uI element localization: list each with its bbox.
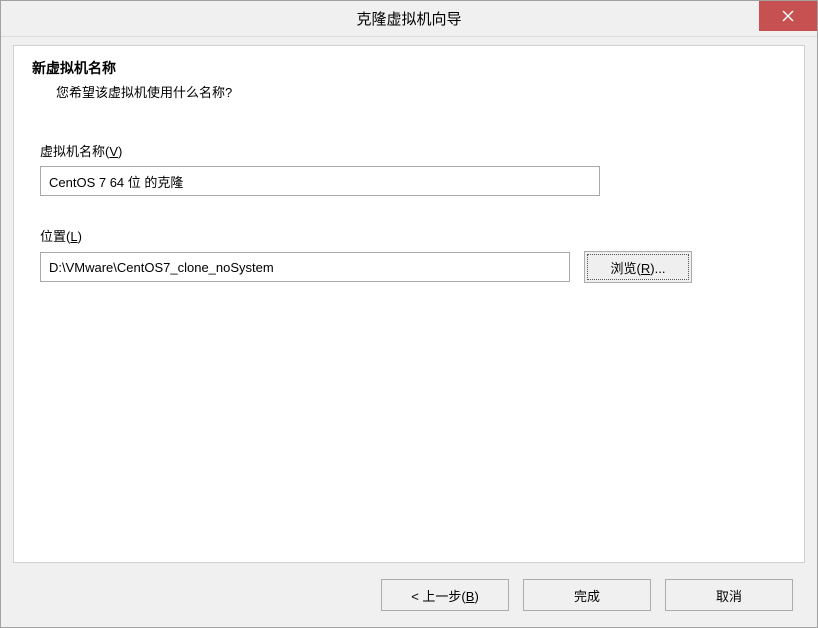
page-title: 新虚拟机名称 — [32, 58, 786, 78]
page-subtitle: 您希望该虚拟机使用什么名称? — [32, 82, 786, 101]
close-icon — [782, 10, 794, 22]
close-button[interactable] — [759, 1, 817, 31]
finish-button[interactable]: 完成 — [523, 579, 651, 611]
content-panel: 新虚拟机名称 您希望该虚拟机使用什么名称? 虚拟机名称(V) 位置(L) 浏览(… — [13, 45, 805, 563]
vm-name-label: 虚拟机名称(V) — [40, 141, 122, 160]
titlebar: 克隆虚拟机向导 — [1, 1, 817, 37]
location-label: 位置(L) — [40, 226, 82, 245]
window-title: 克隆虚拟机向导 — [356, 8, 461, 29]
header-section: 新虚拟机名称 您希望该虚拟机使用什么名称? — [32, 58, 786, 101]
browse-button[interactable]: 浏览(R)... — [584, 251, 692, 283]
vm-name-input[interactable] — [40, 166, 600, 196]
location-group: 位置(L) 浏览(R)... — [32, 226, 786, 283]
footer: < 上一步(B) 完成 取消 — [1, 563, 817, 627]
location-input[interactable] — [40, 252, 570, 282]
wizard-window: 克隆虚拟机向导 新虚拟机名称 您希望该虚拟机使用什么名称? 虚拟机名称(V) 位… — [0, 0, 818, 628]
back-button[interactable]: < 上一步(B) — [381, 579, 509, 611]
cancel-button[interactable]: 取消 — [665, 579, 793, 611]
vm-name-group: 虚拟机名称(V) — [32, 141, 786, 196]
